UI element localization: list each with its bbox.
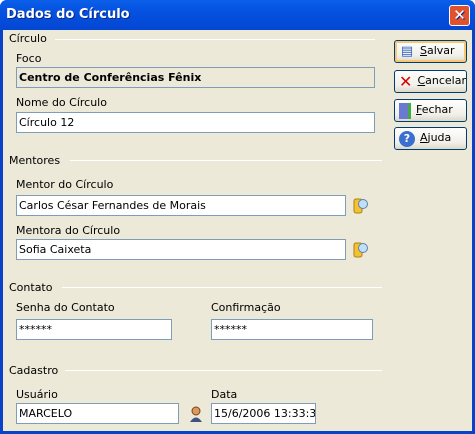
section-circulo: Círculo: [9, 32, 47, 45]
label-rest: juda: [427, 131, 452, 144]
cancelar-label: Cancelar: [417, 74, 466, 92]
data-label: Data: [211, 388, 238, 401]
user-icon[interactable]: [188, 405, 204, 423]
label-rest: ancelar: [425, 74, 466, 87]
usuario-input: MARCELO: [16, 403, 179, 424]
salvar-button[interactable]: ▤ Salvar: [394, 40, 467, 63]
divider: [65, 370, 382, 371]
label-rest: alvar: [426, 44, 455, 57]
nome-input[interactable]: Círculo 12: [16, 112, 375, 133]
title-bar: Dados do Círculo ✕: [0, 0, 475, 30]
data-field: 15/6/2006 13:33:33: [211, 403, 316, 424]
mnemonic: A: [420, 131, 428, 144]
divider: [55, 39, 375, 40]
usuario-label: Usuário: [16, 388, 58, 401]
salvar-label: Salvar: [420, 44, 455, 62]
window-title: Dados do Círculo: [6, 7, 130, 22]
close-button[interactable]: ✕: [449, 5, 470, 26]
dialog-window: Dados do Círculo ✕ Círculo Foco Centro d…: [0, 0, 475, 434]
fechar-label: Fechar: [416, 103, 453, 121]
mentora-label: Mentora do Círculo: [16, 224, 121, 237]
ajuda-button[interactable]: ? Ajuda: [394, 127, 467, 150]
confirmacao-label: Confirmação: [211, 301, 281, 314]
fechar-button[interactable]: Fechar: [394, 99, 467, 122]
search-mentora-icon[interactable]: [353, 241, 369, 259]
mentora-input[interactable]: Sofia Caixeta: [16, 239, 346, 260]
foco-field: Centro de Conferências Fênix: [16, 67, 375, 88]
ajuda-label: Ajuda: [420, 131, 451, 149]
divider: [62, 287, 382, 288]
search-mentor-icon[interactable]: [353, 197, 369, 215]
divider: [70, 160, 382, 161]
nome-label: Nome do Círculo: [16, 96, 107, 109]
foco-label: Foco: [16, 52, 42, 65]
section-mentores: Mentores: [9, 154, 61, 167]
confirmacao-input[interactable]: ******: [211, 319, 373, 340]
mentor-input[interactable]: Carlos César Fernandes de Morais: [16, 195, 346, 216]
section-contato: Contato: [9, 281, 53, 294]
help-icon: ?: [399, 131, 415, 147]
label-rest: echar: [421, 103, 453, 116]
mnemonic: S: [420, 44, 427, 57]
door-icon: [399, 103, 411, 119]
dialog-body: Círculo Foco Centro de Conferências Fêni…: [3, 30, 472, 431]
mentor-label: Mentor do Círculo: [16, 178, 114, 191]
senha-label: Senha do Contato: [16, 301, 115, 314]
mnemonic: C: [417, 74, 426, 87]
senha-input[interactable]: ******: [16, 319, 172, 340]
x-icon: ✕: [399, 72, 413, 91]
cancelar-button[interactable]: ✕ Cancelar: [394, 70, 467, 93]
save-icon: ▤: [400, 44, 414, 59]
section-cadastro: Cadastro: [9, 364, 59, 377]
